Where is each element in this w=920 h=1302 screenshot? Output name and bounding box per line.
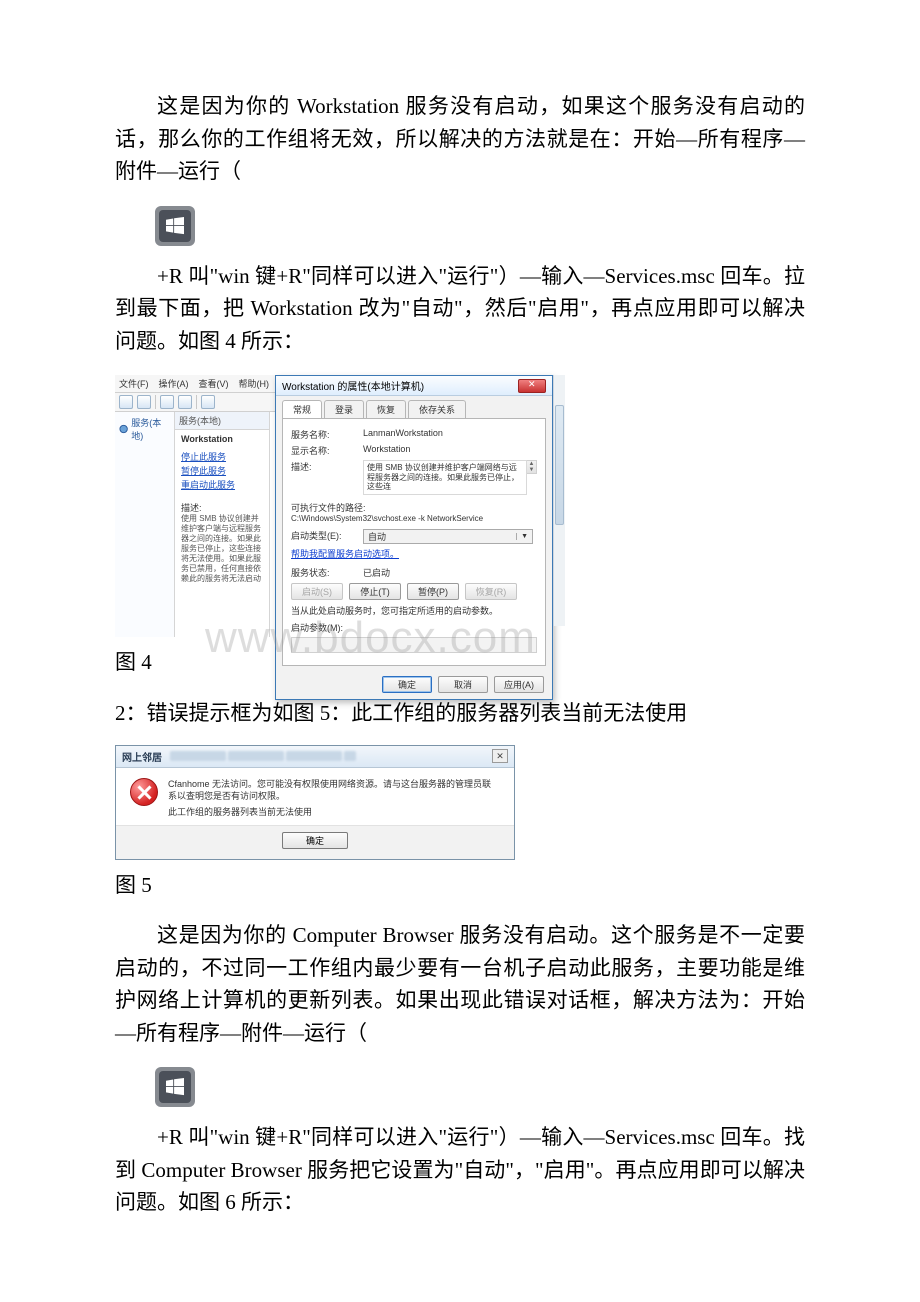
lbl-service-name: 服务名称: — [291, 428, 363, 441]
toolbar-properties-icon[interactable] — [160, 395, 174, 409]
val-service-status: 已启动 — [363, 566, 537, 579]
network-neighborhood-error-dialog: 网上邻居 ✕ Cfanhome 无法访问。您可能没有权限使用网络资源。请与这台服… — [115, 745, 515, 860]
val-exe-path: C:\Windows\System32\svchost.exe -k Netwo… — [291, 514, 483, 523]
paragraph-3: 这是因为你的 Computer Browser 服务没有启动。这个服务是不一定要… — [115, 919, 805, 1049]
start-button: 启动(S) — [291, 583, 343, 600]
description-scrollbar[interactable]: ▲▼ — [527, 460, 537, 474]
lbl-service-status: 服务状态: — [291, 566, 363, 579]
toolbar-back-icon[interactable] — [119, 395, 133, 409]
resume-button: 恢复(R) — [465, 583, 517, 600]
dialog-title: Workstation 的属性(本地计算机) — [282, 378, 424, 393]
error-icon — [130, 778, 158, 806]
cancel-button[interactable]: 取消 — [438, 676, 488, 693]
services-detail-pane: 服务(本地) Workstation 停止此服务 暂停此服务 重启动此服务 描述… — [175, 412, 270, 637]
lbl-display-name: 显示名称: — [291, 444, 363, 457]
tab-dependencies[interactable]: 依存关系 — [408, 400, 466, 418]
nb-error-line2: 此工作组的服务器列表当前无法使用 — [168, 806, 500, 819]
nb-dialog-title: 网上邻居 — [122, 749, 162, 764]
link-stop-service[interactable]: 停止此服务 — [181, 450, 263, 463]
link-startup-help[interactable]: 帮助我配置服务启动选项。 — [291, 547, 537, 560]
services-properties-screenshot: 文件(F) 操作(A) 查看(V) 帮助(H) 服务(本地) — [115, 375, 553, 637]
lbl-description: 描述: — [291, 460, 363, 473]
section-2-heading: 2：错误提示框为如图 5：此工作组的服务器列表当前无法使用 — [115, 697, 805, 727]
figure-5-caption: 图 5 — [115, 870, 805, 902]
val-description: 使用 SMB 协议创建并维护客户端网络与远程服务器之间的连接。如果此服务已停止，… — [363, 460, 527, 495]
menu-view[interactable]: 查看(V) — [199, 377, 229, 390]
detail-pane-header: 服务(本地) — [175, 412, 269, 430]
paragraph-4: +R 叫"win 键+R"同样可以进入"运行"）—输入—Services.msc… — [115, 1121, 805, 1219]
tree-item-services-local[interactable]: 服务(本地) — [119, 416, 170, 442]
nb-title-blurred — [170, 751, 356, 761]
chevron-down-icon: ▼ — [516, 533, 528, 540]
windows-key-icon — [155, 1067, 195, 1107]
pause-button[interactable]: 暂停(P) — [407, 583, 459, 600]
toolbar-help-icon[interactable] — [201, 395, 215, 409]
dialog-tabs: 常规 登录 恢复 依存关系 — [276, 396, 552, 418]
lbl-startup-type: 启动类型(E): — [291, 529, 363, 542]
menu-help[interactable]: 帮助(H) — [239, 377, 270, 390]
paragraph-1: 这是因为你的 Workstation 服务没有启动，如果这个服务没有启动的话，那… — [115, 90, 805, 188]
apply-button[interactable]: 应用(A) — [494, 676, 544, 693]
stop-button[interactable]: 停止(T) — [349, 583, 401, 600]
link-restart-service[interactable]: 重启动此服务 — [181, 478, 263, 491]
tab-logon[interactable]: 登录 — [324, 400, 364, 418]
services-tree: 服务(本地) — [115, 412, 175, 637]
services-list-scrollbar[interactable] — [553, 375, 565, 626]
startup-type-select[interactable]: 自动 ▼ — [363, 529, 533, 544]
link-pause-service[interactable]: 暂停此服务 — [181, 464, 263, 477]
detail-desc-text: 使用 SMB 协议创建并维护客户端与远程服务器之间的连接。如果此服务已停止，这些… — [181, 514, 263, 584]
nb-error-line1: Cfanhome 无法访问。您可能没有权限使用网络资源。请与这台服务器的管理员联… — [168, 778, 500, 803]
toolbar-forward-icon[interactable] — [137, 395, 151, 409]
paragraph-2: +R 叫"win 键+R"同样可以进入"运行"）—输入—Services.msc… — [115, 260, 805, 358]
close-icon[interactable]: ✕ — [492, 749, 508, 763]
val-display-name: Workstation — [363, 444, 537, 454]
tab-recovery[interactable]: 恢复 — [366, 400, 406, 418]
menu-file[interactable]: 文件(F) — [119, 377, 149, 390]
detail-desc-label: 描述: — [181, 501, 263, 514]
toolbar-refresh-icon[interactable] — [178, 395, 192, 409]
val-service-name: LanmanWorkstation — [363, 428, 537, 438]
selected-service-name: Workstation — [181, 434, 263, 444]
ok-button[interactable]: 确定 — [382, 676, 432, 693]
tab-general[interactable]: 常规 — [282, 400, 322, 418]
windows-key-icon — [155, 206, 195, 246]
close-icon[interactable] — [518, 379, 546, 393]
ok-button[interactable]: 确定 — [282, 832, 348, 849]
menu-action[interactable]: 操作(A) — [159, 377, 189, 390]
lbl-exe-path: 可执行文件的路径: — [291, 501, 366, 514]
